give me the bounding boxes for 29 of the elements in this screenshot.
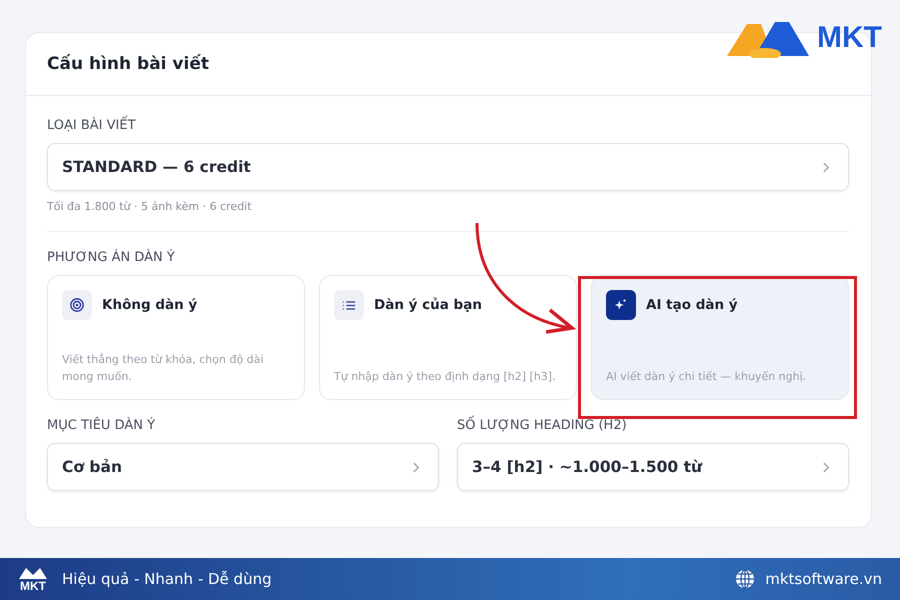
chevron-right-icon: [823, 462, 830, 472]
target-icon: [70, 298, 84, 312]
sparkle-icon: [614, 298, 628, 312]
list-icon: [342, 300, 356, 310]
slogan-text: Hiệu quả - Nhanh - Dễ dùng: [62, 570, 272, 588]
option-card[interactable]: AI tạo dàn ý AI viết dàn ý chi tiết — khuyến nghị.: [591, 275, 849, 400]
option-card[interactable]: Không dàn ý Viết thẳng theo từ khóa, chọn độ dài mong muốn.: [47, 275, 305, 400]
option-title: Không dàn ý: [102, 297, 198, 313]
section-label: SỐ LƯỢNG HEADING (H2): [457, 418, 849, 433]
hint-text: Tối đa 1.800 từ · 5 ảnh kèm · 6 credit: [47, 200, 253, 213]
option-description: AI viết dàn ý chi tiết — khuyến nghị.: [606, 369, 808, 385]
chevron-right-icon: [413, 462, 420, 472]
dropdown-select[interactable]: 3–4 [h2] · ~1.000–1.500 từ: [457, 443, 849, 491]
option-title: AI tạo dàn ý: [646, 297, 738, 313]
article-type-select[interactable]: STANDARD — 6 credit: [47, 143, 849, 191]
website-link[interactable]: mktsoftware.vn: [765, 570, 882, 588]
section-label: MỤC TIÊU DÀN Ý: [47, 418, 156, 433]
option-description: Viết thẳng theo từ khóa, chọn độ dài mong muốn.: [62, 352, 264, 385]
globe-icon: [735, 569, 756, 589]
card-title: Cấu hình bài viết: [47, 54, 209, 74]
option-description: Tự nhập dàn ý theo định dạng [h2] [h3].: [334, 369, 557, 385]
section-label: PHƯƠNG ÁN DÀN Ý: [47, 250, 176, 265]
option-title: Dàn ý của bạn: [374, 297, 482, 313]
footer-logo: MKT: [18, 566, 48, 592]
option-card[interactable]: Dàn ý của bạn Tự nhập dàn ý theo định dạng [h2] [h3].: [319, 275, 577, 400]
mountain-logo-icon: [18, 566, 48, 580]
dropdown-select[interactable]: Cơ bản: [47, 443, 439, 491]
chevron-right-icon: [823, 162, 830, 172]
section-label: LOẠI BÀI VIẾT: [47, 118, 849, 133]
